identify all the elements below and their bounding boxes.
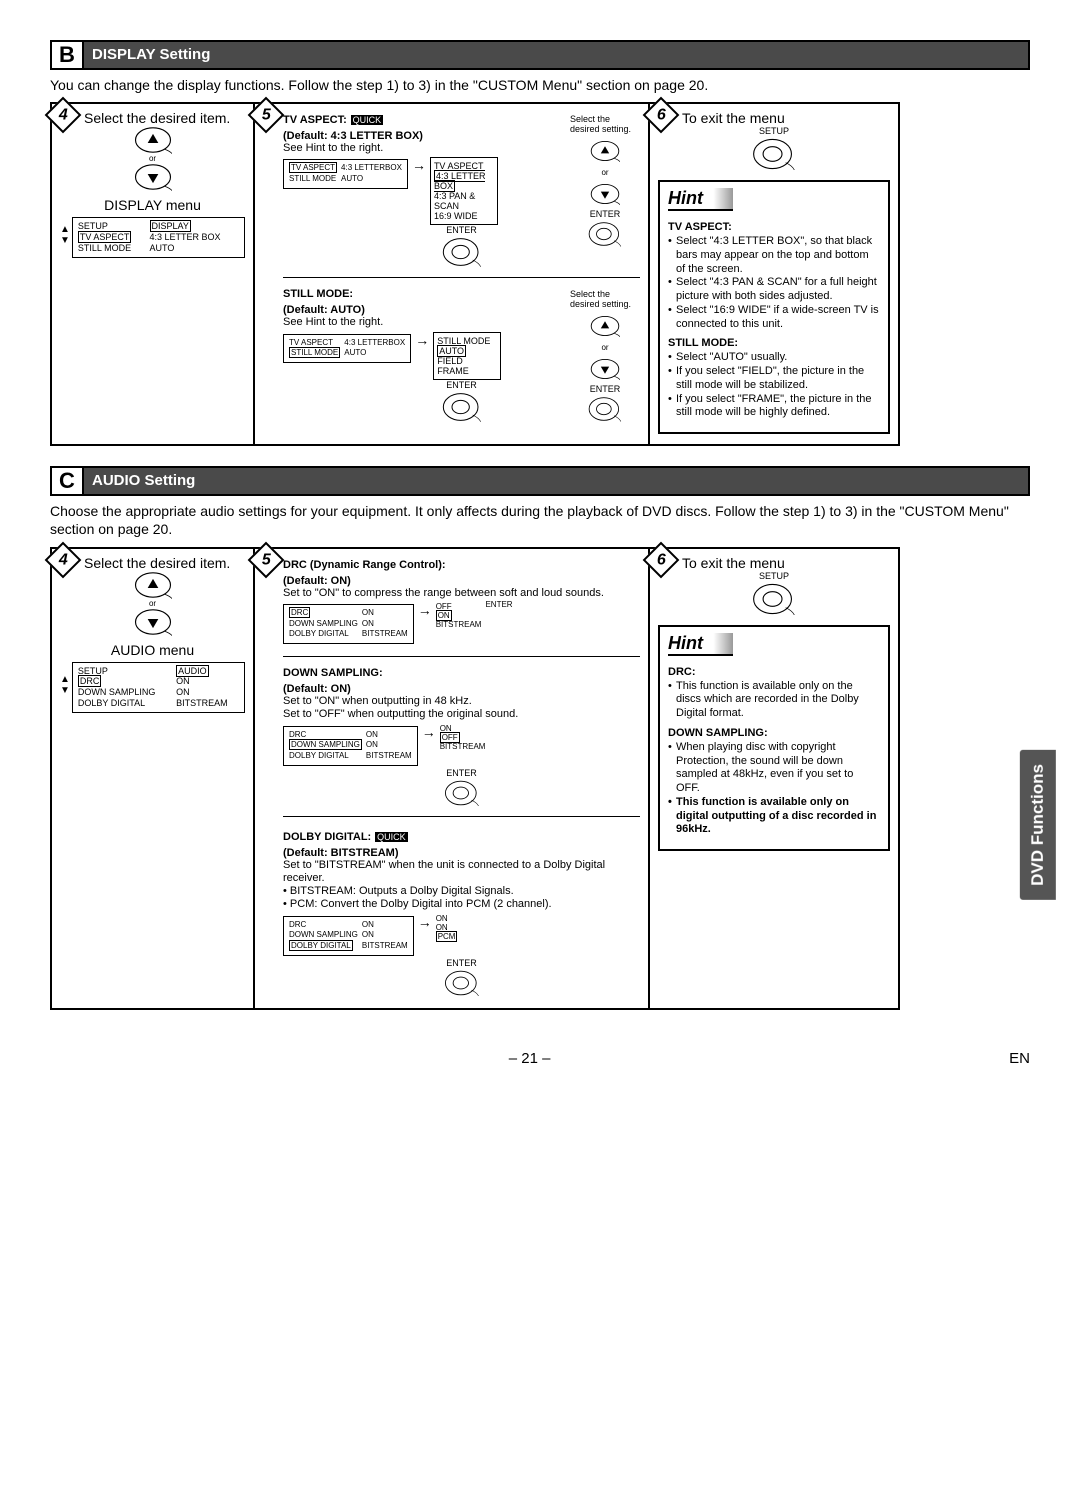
- hint-drc-list: This function is available only on the d…: [668, 680, 880, 721]
- b-hint-box: Hint TV ASPECT: Select "4:3 LETTER BOX",…: [658, 180, 890, 434]
- ds-screen: DRCON DOWN SAMPLINGON DOLBY DIGITALBITST…: [283, 726, 418, 766]
- b-step6: 6 To exit the menu SETUP Hint TV ASPECT:…: [650, 102, 900, 446]
- page-number: – 21 –: [50, 1050, 1009, 1067]
- setup-dial-icon: [752, 138, 796, 170]
- down-arrow-icon: [134, 608, 172, 636]
- section-c-intro: Choose the appropriate audio settings fo…: [50, 502, 1030, 538]
- enter-dial-icon: [588, 221, 622, 247]
- section-title-b: DISPLAY Setting: [84, 42, 1028, 68]
- side-tab: DVD Functions: [1020, 750, 1056, 900]
- select-setting-text: Select the desired setting.: [570, 114, 640, 134]
- dd-desc3: • PCM: Convert the Dolby Digital into PC…: [283, 898, 640, 911]
- tv-aspect-options: TV ASPECT 4:3 LETTER BOX 4:3 PAN & SCAN …: [430, 157, 498, 225]
- b-step6-inst: To exit the menu: [682, 110, 890, 126]
- dd-desc2: • BITSTREAM: Outputs a Dolby Digital Sig…: [283, 885, 640, 898]
- section-b-intro: You can change the display functions. Fo…: [50, 76, 1030, 94]
- ds-desc2: Set to "OFF" when outputting the origina…: [283, 708, 640, 721]
- c-step6: 6 To exit the menu SETUP Hint DRC: This …: [650, 547, 900, 1010]
- dd-default: (Default: BITSTREAM): [283, 847, 640, 859]
- enter-dial-icon: [442, 237, 482, 267]
- b-display-menu-screen: SETUPDISPLAY TV ASPECT4:3 LETTER BOX STI…: [72, 217, 245, 257]
- right-arrow-icon: →: [412, 157, 426, 173]
- right-arrow-icon: →: [418, 914, 432, 930]
- still-mode-screen: TV ASPECT4:3 LETTERBOX STILL MODEAUTO: [283, 334, 411, 364]
- tv-aspect-head: TV ASPECT:: [283, 114, 347, 126]
- up-arrow-icon: [590, 315, 620, 337]
- hint-ds-bold: This function is available only on digit…: [676, 796, 880, 837]
- enter-dial-icon: [442, 392, 482, 422]
- c-step4-inst: Select the desired item.: [84, 555, 245, 571]
- dd-desc1: Set to "BITSTREAM" when the unit is conn…: [283, 859, 640, 885]
- ds-opts: ON OFF BITSTREAM: [440, 724, 486, 751]
- quick-badge: QUICK: [375, 832, 408, 842]
- drc-default: (Default: ON): [283, 575, 640, 587]
- down-arrow-icon: [590, 183, 620, 205]
- tri-icon: ▲▼: [60, 674, 70, 696]
- drc-screen: DRCON DOWN SAMPLINGON DOLBY DIGITALBITST…: [283, 604, 414, 644]
- drc-head: DRC (Dynamic Range Control):: [283, 559, 640, 571]
- or-text: or: [149, 154, 156, 163]
- hint-tv-aspect-hdr: TV ASPECT:: [668, 221, 880, 233]
- still-mode-options: STILL MODE AUTO FIELD FRAME: [433, 332, 501, 380]
- section-title-c: AUDIO Setting: [84, 468, 1028, 494]
- c-audio-menu-title: AUDIO menu: [60, 642, 245, 658]
- quick-badge: QUICK: [351, 115, 384, 125]
- drc-desc: Set to "ON" to compress the range betwee…: [283, 587, 640, 600]
- b-step5: 5 TV ASPECT: QUICK (Default: 4:3 LETTER …: [255, 102, 650, 446]
- b-step4-inst: Select the desired item.: [84, 110, 245, 126]
- drc-opts: OFF ON BITSTREAM: [436, 602, 482, 629]
- hint-header: Hint: [668, 633, 733, 656]
- c-hint-box: Hint DRC: This function is available onl…: [658, 625, 890, 852]
- enter-dial-icon: [444, 970, 480, 996]
- b-display-menu-title: DISPLAY menu: [60, 197, 245, 213]
- tv-aspect-screen: TV ASPECT4:3 LETTERBOX STILL MODEAUTO: [283, 159, 408, 189]
- section-letter-c: C: [52, 468, 84, 494]
- ds-head: DOWN SAMPLING:: [283, 667, 640, 679]
- hint-header: Hint: [668, 188, 733, 211]
- hint-ds-list: When playing disc with copyright Protect…: [668, 741, 880, 837]
- right-arrow-icon: →: [422, 724, 436, 740]
- enter-label: ENTER: [446, 225, 477, 235]
- page-footer: – 21 – EN: [50, 1050, 1030, 1067]
- enter-dial-icon: [588, 396, 622, 422]
- b-step4: 4 Select the desired item. or DISPLAY me…: [50, 102, 255, 446]
- dd-opts: ON ON PCM: [436, 914, 458, 941]
- c-step5: 5 DRC (Dynamic Range Control): (Default:…: [255, 547, 650, 1010]
- ds-desc1: Set to "ON" when outputting in 48 kHz.: [283, 695, 640, 708]
- dd-screen: DRCON DOWN SAMPLINGON DOLBY DIGITALBITST…: [283, 916, 414, 956]
- up-arrow-icon: [134, 126, 172, 154]
- setup-label: SETUP: [658, 571, 890, 581]
- up-arrow-icon: [590, 140, 620, 162]
- up-arrow-icon: [134, 571, 172, 599]
- down-arrow-icon: [590, 358, 620, 380]
- section-c-steps: 4 Select the desired item. or AUDIO menu…: [50, 547, 1030, 1010]
- section-letter-b: B: [52, 42, 84, 68]
- hint-ds-hdr: DOWN SAMPLING:: [668, 727, 880, 739]
- section-b-steps: 4 Select the desired item. or DISPLAY me…: [50, 102, 1030, 446]
- enter-dial-icon: [444, 780, 480, 806]
- right-arrow-icon: →: [415, 332, 429, 348]
- c-audio-menu-screen: SETUPAUDIO DRCON DOWN SAMPLINGON DOLBY D…: [72, 662, 245, 713]
- down-arrow-icon: [134, 163, 172, 191]
- section-b-header: B DISPLAY Setting: [50, 40, 1030, 70]
- lang-code: EN: [1009, 1050, 1030, 1067]
- hint-still-mode-list: Select "AUTO" usually. If you select "FI…: [668, 351, 880, 420]
- right-arrow-icon: →: [418, 602, 432, 618]
- hint-tv-aspect-list: Select "4:3 LETTER BOX", so that black b…: [668, 235, 880, 331]
- setup-dial-icon: [752, 583, 796, 615]
- setup-label: SETUP: [658, 126, 890, 136]
- tri-up-icon: ▲▼: [60, 224, 70, 246]
- section-c-header: C AUDIO Setting: [50, 466, 1030, 496]
- c-step4: 4 Select the desired item. or AUDIO menu…: [50, 547, 255, 1010]
- hint-drc-hdr: DRC:: [668, 666, 880, 678]
- dd-head: DOLBY DIGITAL:: [283, 831, 371, 843]
- hint-still-mode-hdr: STILL MODE:: [668, 337, 880, 349]
- ds-default: (Default: ON): [283, 683, 640, 695]
- c-step6-inst: To exit the menu: [682, 555, 890, 571]
